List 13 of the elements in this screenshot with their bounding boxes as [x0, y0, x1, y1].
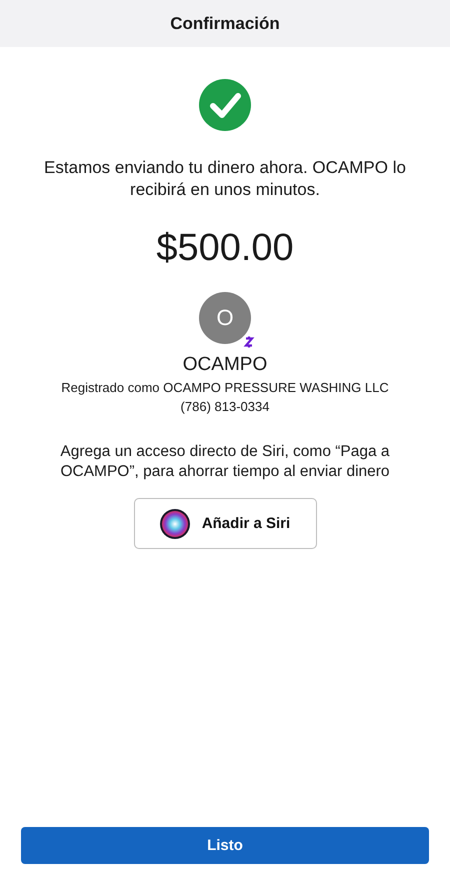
siri-icon	[160, 508, 190, 538]
confirmation-message: Estamos enviando tu dinero ahora. OCAMPO lo recibirá en unos minutos.	[43, 157, 407, 201]
checkmark-icon	[199, 79, 251, 131]
avatar: O	[199, 292, 251, 344]
recipient-name: OCAMPO	[182, 354, 268, 376]
registered-name: Registrado como OCAMPO PRESSURE WASHING LLC	[61, 380, 389, 395]
done-button[interactable]: Listo	[21, 827, 429, 864]
z-badge-icon	[241, 334, 257, 350]
amount: $500.00	[156, 227, 294, 270]
phone-number: (786) 813-0334	[180, 399, 270, 414]
siri-hint: Agrega un acceso directo de Siri, como “Paga a OCAMPO”, para ahorrar tiempo al enviar dinero	[59, 442, 391, 482]
add-to-siri-button[interactable]: Añadir a Siri	[134, 498, 316, 549]
screen-title: Confirmación	[170, 14, 280, 34]
